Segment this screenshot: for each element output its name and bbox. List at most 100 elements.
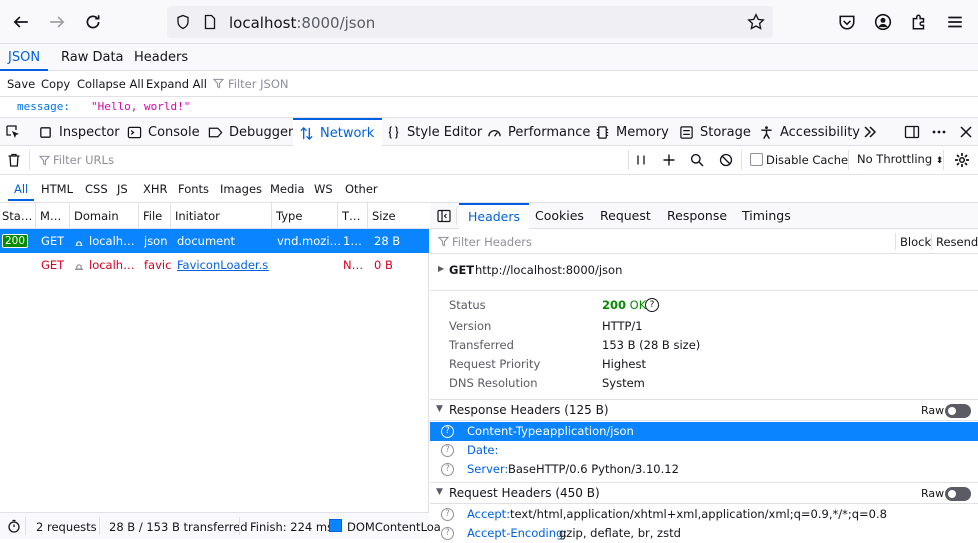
response-headers-section-header[interactable]: ▼ Response Headers (125 B) Raw bbox=[430, 399, 978, 421]
reload-button[interactable] bbox=[79, 8, 107, 36]
close-icon[interactable] bbox=[958, 124, 974, 140]
col-file[interactable]: File bbox=[139, 203, 171, 229]
col-type[interactable]: Type bbox=[272, 203, 338, 229]
element-picker-icon[interactable] bbox=[5, 124, 21, 140]
filter-xhr[interactable]: XHR bbox=[143, 182, 168, 196]
tab-storage[interactable]: Storage bbox=[679, 118, 751, 146]
tab-response[interactable]: Response bbox=[667, 203, 727, 229]
tab-console-label: Console bbox=[148, 124, 200, 140]
filter-images[interactable]: Images bbox=[220, 182, 262, 196]
header-row[interactable]: ? Content-Type: application/json bbox=[430, 422, 978, 441]
tab-debugger[interactable]: Debugger bbox=[208, 118, 293, 146]
tab-timings[interactable]: Timings bbox=[742, 203, 791, 229]
header-row[interactable]: ? Accept-Encoding: gzip, deflate, br, zs… bbox=[430, 524, 978, 543]
extensions-button[interactable] bbox=[905, 8, 933, 36]
expand-all-button[interactable]: Expand All bbox=[146, 77, 207, 91]
disable-cache-checkbox[interactable] bbox=[750, 153, 763, 166]
menu-button[interactable] bbox=[941, 8, 969, 36]
pocket-button[interactable] bbox=[833, 8, 861, 36]
request-domain: localh… bbox=[89, 258, 135, 272]
tab-inspector[interactable]: Inspector bbox=[38, 118, 120, 146]
header-row[interactable]: ? Accept: text/html,application/xhtml+xm… bbox=[430, 505, 978, 524]
col-size[interactable]: Size bbox=[368, 203, 429, 229]
col-transferred[interactable]: T… bbox=[338, 203, 368, 229]
filter-media[interactable]: Media bbox=[270, 182, 305, 196]
table-row[interactable]: 200 GET localh… json document vnd.mozi… … bbox=[0, 229, 429, 253]
toolbar-divider bbox=[741, 150, 742, 170]
initiator-link[interactable]: FaviconLoader.s… bbox=[177, 253, 269, 277]
tab-cookies[interactable]: Cookies bbox=[535, 203, 584, 229]
json-viewer-tabs: JSON Raw Data Headers bbox=[0, 44, 978, 71]
forward-button[interactable] bbox=[43, 8, 71, 36]
help-icon[interactable]: ? bbox=[441, 508, 454, 521]
raw-toggle[interactable] bbox=[945, 487, 971, 501]
gear-icon[interactable] bbox=[954, 152, 970, 168]
more-options-icon[interactable] bbox=[931, 124, 947, 140]
filter-all[interactable]: All bbox=[8, 179, 35, 201]
page-icon[interactable] bbox=[202, 14, 218, 30]
copy-button[interactable]: Copy bbox=[41, 77, 70, 91]
toggle-sidebar-icon[interactable] bbox=[437, 209, 451, 223]
request-type-filter-bar: All HTML CSS JS XHR Fonts Images Media W… bbox=[0, 175, 978, 203]
url-bar[interactable]: localhost:8000/json bbox=[167, 6, 773, 38]
table-row[interactable]: GET localh… favicc FaviconLoader.s… N… 0… bbox=[0, 253, 429, 277]
request-type: vnd.mozi… bbox=[277, 234, 342, 248]
filter-headers-input[interactable]: Filter Headers bbox=[452, 235, 532, 249]
url-text[interactable]: localhost:8000/json bbox=[229, 14, 375, 32]
bookmark-star-icon[interactable] bbox=[747, 13, 765, 31]
tab-network[interactable]: Network bbox=[293, 118, 383, 146]
reload-icon bbox=[86, 15, 100, 29]
filter-urls-input[interactable]: Filter URLs bbox=[53, 153, 114, 167]
divider bbox=[456, 207, 457, 225]
help-icon[interactable]: ? bbox=[441, 463, 454, 476]
divider bbox=[239, 517, 240, 535]
tab-performance[interactable]: Performance bbox=[487, 118, 590, 146]
header-row[interactable]: ? Server: BaseHTTP/0.6 Python/3.10.12 bbox=[430, 460, 978, 479]
more-tabs-chevrons-icon[interactable] bbox=[862, 124, 878, 140]
col-status[interactable]: Sta… bbox=[0, 203, 36, 229]
filter-other[interactable]: Other bbox=[345, 182, 378, 196]
tab-accessibility[interactable]: Accessibility bbox=[759, 118, 860, 146]
raw-toggle[interactable] bbox=[945, 404, 971, 418]
search-icon[interactable] bbox=[690, 153, 704, 167]
tab-style-editor[interactable]: Style Editor bbox=[386, 118, 482, 146]
block-icon[interactable] bbox=[719, 153, 733, 167]
col-initiator[interactable]: Initiator bbox=[171, 203, 272, 229]
filter-css[interactable]: CSS bbox=[85, 182, 108, 196]
add-icon[interactable] bbox=[662, 153, 676, 167]
collapse-all-button[interactable]: Collapse All bbox=[77, 77, 144, 91]
help-icon[interactable]: ? bbox=[441, 444, 454, 457]
back-button[interactable] bbox=[7, 8, 35, 36]
tab-memory[interactable]: Memory bbox=[595, 118, 669, 146]
tab-raw-data[interactable]: Raw Data bbox=[61, 44, 124, 71]
col-method[interactable]: M… bbox=[36, 203, 70, 229]
tab-headers-detail[interactable]: Headers bbox=[459, 203, 530, 229]
help-icon[interactable]: ? bbox=[441, 527, 454, 540]
filter-js[interactable]: JS bbox=[117, 182, 128, 196]
tab-json[interactable]: JSON bbox=[0, 44, 49, 71]
shield-icon[interactable] bbox=[175, 14, 191, 30]
filter-html[interactable]: HTML bbox=[41, 182, 73, 196]
help-icon[interactable]: ? bbox=[645, 298, 659, 312]
summary-transferred-value: 153 B (28 B size) bbox=[602, 338, 701, 352]
request-headers-section-header[interactable]: ▼ Request Headers (450 B) Raw bbox=[430, 482, 978, 504]
block-button[interactable]: Block bbox=[900, 235, 931, 249]
filter-json-input[interactable]: Filter JSON bbox=[228, 77, 288, 91]
request-line[interactable]: ▶ GET http://localhost:8000/json bbox=[430, 261, 978, 281]
dock-side-icon[interactable] bbox=[904, 124, 920, 140]
pause-icon[interactable] bbox=[634, 153, 648, 167]
tab-request[interactable]: Request bbox=[600, 203, 651, 229]
filter-fonts[interactable]: Fonts bbox=[178, 182, 209, 196]
trash-icon[interactable] bbox=[6, 152, 22, 168]
col-domain[interactable]: Domain bbox=[70, 203, 139, 229]
account-button[interactable] bbox=[869, 8, 897, 36]
tab-console[interactable]: Console bbox=[127, 118, 200, 146]
header-row[interactable]: ? Date: bbox=[430, 441, 978, 460]
filter-ws[interactable]: WS bbox=[314, 182, 333, 196]
tab-headers[interactable]: Headers bbox=[134, 44, 188, 71]
throttling-select[interactable]: No Throttling ⬍ bbox=[857, 152, 943, 166]
header-name: Accept: bbox=[467, 507, 511, 521]
save-button[interactable]: Save bbox=[7, 77, 35, 91]
resend-button[interactable]: Resend bbox=[936, 235, 978, 249]
help-icon[interactable]: ? bbox=[441, 425, 454, 438]
